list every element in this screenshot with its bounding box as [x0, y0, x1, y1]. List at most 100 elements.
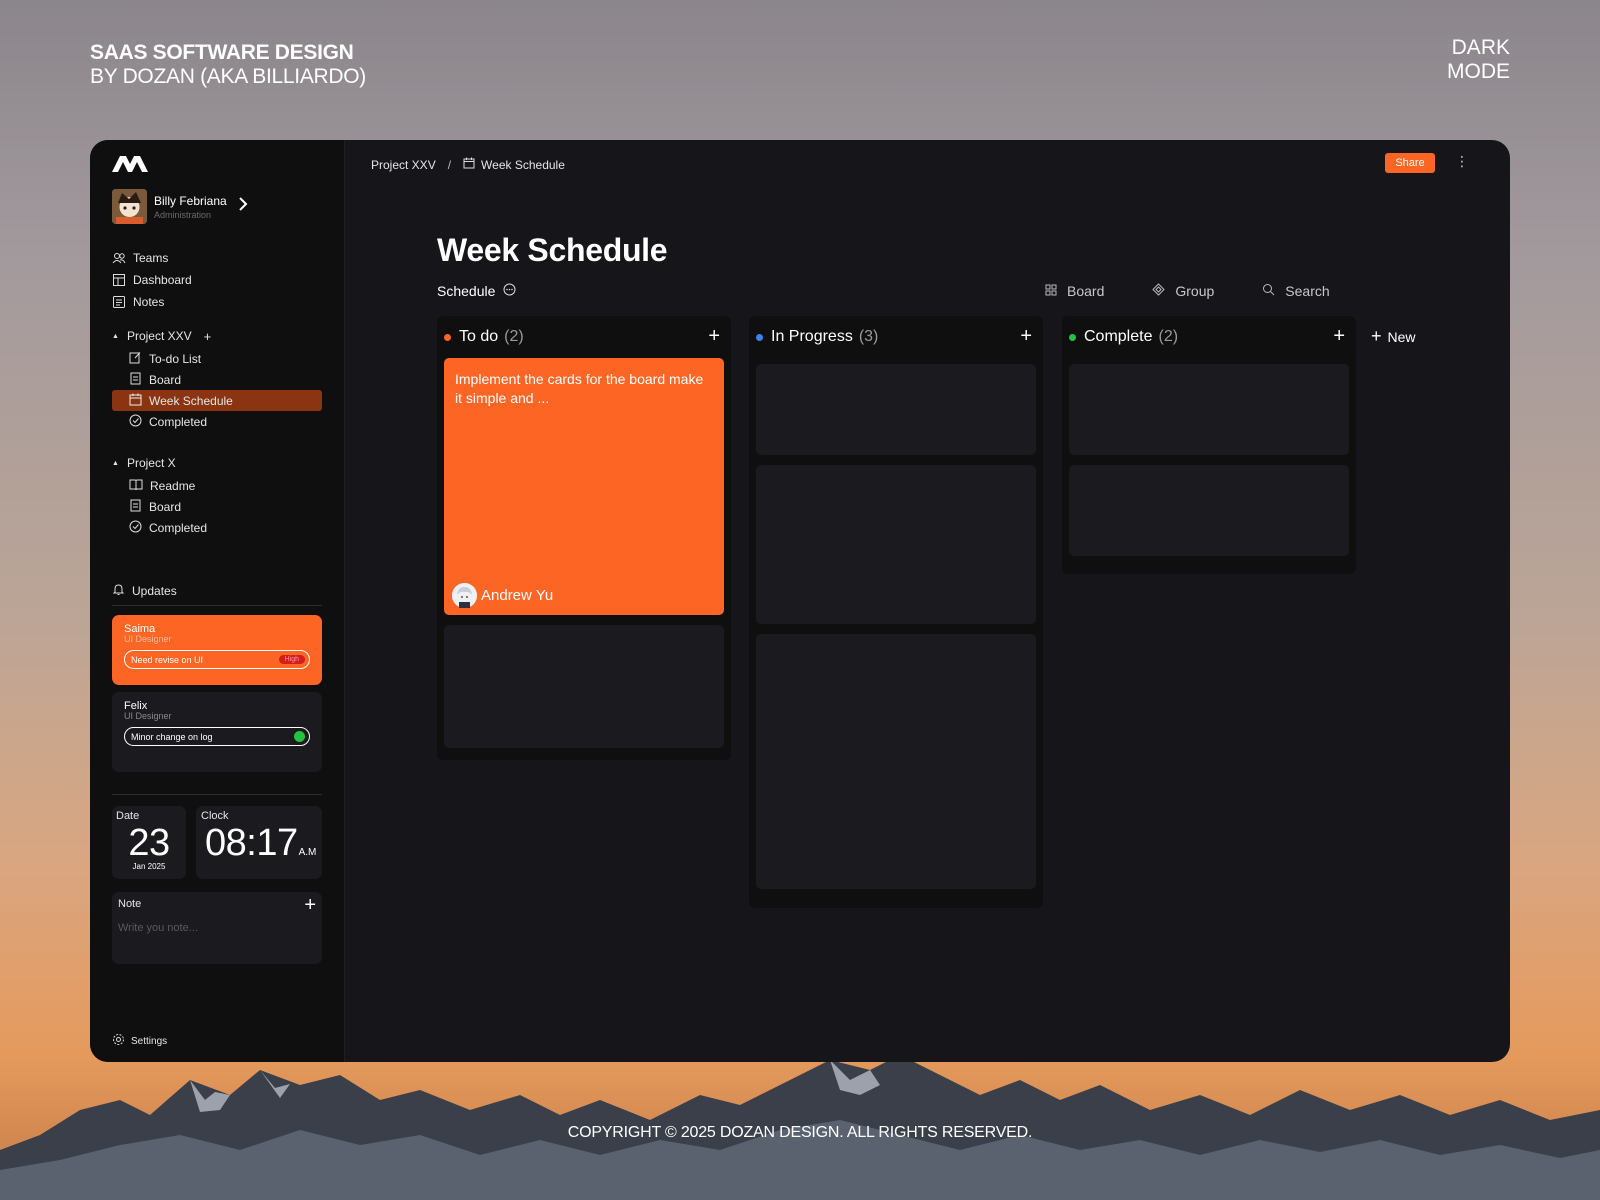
- add-card-icon[interactable]: +: [1333, 325, 1345, 348]
- project-xxv-header[interactable]: ▲ Project XXV +: [112, 324, 322, 348]
- clock-time: 08:17: [205, 822, 298, 864]
- sidebar-item-label: Week Schedule: [149, 393, 233, 408]
- column-title: Complete: [1084, 328, 1153, 345]
- tab-label: Schedule: [437, 283, 496, 299]
- sidebar: Billy Febriana Administration Teams Dash…: [90, 140, 345, 1062]
- status-dot: [294, 731, 305, 742]
- main-content: Project XXV / Week Schedule Share ⋮ Week…: [345, 140, 1510, 1062]
- project-x-section: ▲ Project X Readme Board Completed: [112, 451, 322, 538]
- nav-label: Dashboard: [133, 273, 192, 287]
- sidebar-item-readme[interactable]: Readme: [112, 475, 322, 496]
- add-card-icon[interactable]: +: [1020, 325, 1032, 348]
- nav-label: Notes: [133, 295, 165, 309]
- breadcrumb-separator: /: [447, 157, 452, 172]
- updates-header: Updates: [112, 583, 322, 606]
- user-profile[interactable]: Billy Febriana Administration: [112, 189, 248, 224]
- task-card[interactable]: [756, 364, 1036, 455]
- edit-icon: [129, 351, 142, 367]
- column-header: Complete (2) +: [1069, 316, 1349, 358]
- date-month-year: Jan 2025: [132, 862, 166, 871]
- update-card[interactable]: Saima UI Designer Need revise on UI High: [112, 615, 322, 685]
- column-complete: Complete (2) +: [1062, 316, 1356, 574]
- updates-title: Updates: [132, 584, 177, 598]
- note-input[interactable]: Write you note...: [118, 922, 316, 934]
- sidebar-item-completed[interactable]: Completed: [112, 411, 322, 432]
- breadcrumb: Project XXV / Week Schedule: [371, 157, 565, 172]
- new-column-button[interactable]: + New: [1371, 326, 1416, 347]
- more-circle-icon[interactable]: [503, 283, 516, 299]
- column-in-progress: In Progress (3) +: [749, 316, 1043, 908]
- date-widget: Date 23 Jan 2025: [112, 806, 186, 879]
- task-card[interactable]: [756, 465, 1036, 624]
- board-view-button[interactable]: Board: [1045, 283, 1104, 299]
- column-todo: To do (2) + Implement the cards for the …: [437, 316, 731, 760]
- nav-item-teams[interactable]: Teams: [112, 247, 322, 269]
- update-message-pill[interactable]: Minor change on log: [124, 727, 310, 746]
- date-day: 23: [128, 822, 170, 864]
- column-header: To do (2) +: [444, 316, 724, 358]
- note-label: Note: [118, 898, 142, 910]
- search-button[interactable]: Search: [1262, 283, 1330, 299]
- column-count: (3): [858, 328, 879, 345]
- view-toolbar: Board Group Search: [1045, 283, 1330, 299]
- nav-item-notes[interactable]: Notes: [112, 291, 322, 313]
- sidebar-item-todo-list[interactable]: To-do List: [112, 348, 322, 369]
- add-page-icon[interactable]: +: [204, 329, 212, 344]
- update-role: UI Designer: [124, 634, 172, 644]
- bell-icon: [112, 583, 125, 599]
- settings-link[interactable]: Settings: [112, 1033, 167, 1049]
- book-icon: [129, 478, 143, 494]
- task-card[interactable]: [444, 625, 724, 748]
- sidebar-item-label: Board: [149, 499, 182, 514]
- column-title: To do: [459, 328, 499, 345]
- breadcrumb-page-label: Week Schedule: [481, 157, 565, 172]
- user-name: Billy Febriana: [154, 193, 227, 208]
- priority-badge: High: [278, 655, 305, 664]
- update-card[interactable]: Felix UI Designer Minor change on log: [112, 692, 322, 772]
- task-card[interactable]: [756, 634, 1036, 889]
- status-dot: [1069, 333, 1076, 341]
- sidebar-item-board[interactable]: Board: [112, 496, 322, 517]
- add-note-icon[interactable]: +: [304, 894, 316, 917]
- project-x-header[interactable]: ▲ Project X: [112, 451, 322, 475]
- user-avatar: [112, 189, 147, 224]
- status-dot: [444, 333, 451, 341]
- task-assignee[interactable]: Andrew Yu: [452, 583, 553, 608]
- chevron-right-icon[interactable]: [238, 197, 248, 216]
- breadcrumb-project[interactable]: Project XXV: [371, 158, 436, 172]
- gear-icon: [112, 1033, 125, 1049]
- add-card-icon[interactable]: +: [708, 325, 720, 348]
- sidebar-item-label: Readme: [150, 478, 196, 493]
- sidebar-item-label: Completed: [149, 520, 208, 535]
- sidebar-item-board[interactable]: Board: [112, 369, 322, 390]
- task-card[interactable]: Implement the cards for the board make i…: [444, 358, 724, 615]
- status-dot: [756, 333, 763, 341]
- update-message-pill[interactable]: Need revise on UI High: [124, 650, 310, 669]
- share-button[interactable]: Share: [1385, 153, 1435, 173]
- toolbar-label: Search: [1285, 283, 1330, 299]
- notes-icon: [112, 295, 126, 309]
- app-window: Billy Febriana Administration Teams Dash…: [90, 140, 1510, 1062]
- note-widget[interactable]: Note Write you note... +: [112, 892, 322, 964]
- dashboard-icon: [112, 273, 126, 287]
- task-card[interactable]: [1069, 364, 1349, 455]
- more-options-icon[interactable]: ⋮: [1455, 153, 1469, 170]
- calendar-icon: [463, 157, 475, 172]
- settings-label: Settings: [131, 1035, 168, 1047]
- breadcrumb-page[interactable]: Week Schedule: [463, 157, 565, 172]
- toolbar-label: Group: [1175, 283, 1215, 299]
- plus-icon: +: [1371, 326, 1382, 346]
- new-label: New: [1387, 328, 1416, 345]
- sidebar-item-completed[interactable]: Completed: [112, 517, 322, 538]
- nav-item-dashboard[interactable]: Dashboard: [112, 269, 322, 291]
- group-button[interactable]: Group: [1152, 283, 1214, 299]
- tab-schedule[interactable]: Schedule: [437, 283, 516, 299]
- update-message: Minor change on log: [131, 731, 213, 742]
- main-nav: Teams Dashboard Notes: [112, 247, 322, 313]
- users-icon: [112, 251, 126, 265]
- project-xxv-section: ▲ Project XXV + To-do List Board Week Sc…: [112, 324, 322, 432]
- sidebar-item-week-schedule[interactable]: Week Schedule: [112, 390, 322, 411]
- app-logo[interactable]: [112, 156, 152, 177]
- group-icon: [1152, 283, 1166, 299]
- task-card[interactable]: [1069, 465, 1349, 556]
